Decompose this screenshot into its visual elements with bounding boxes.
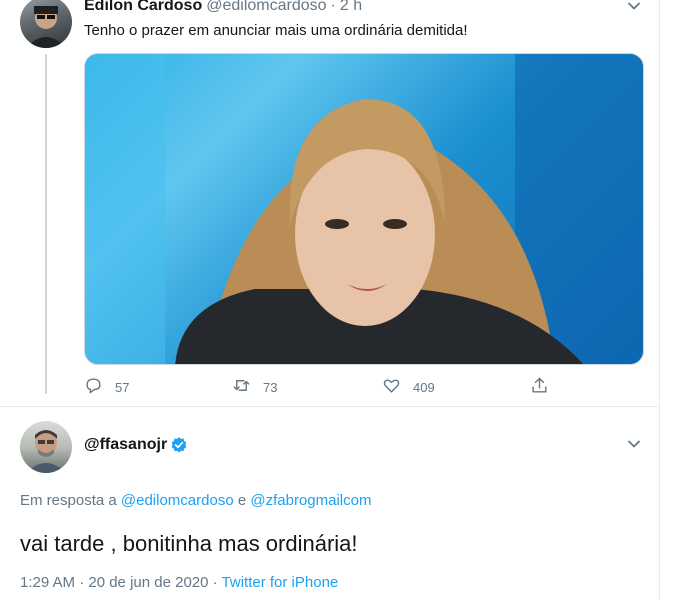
retweet-count: 73 <box>263 379 278 395</box>
tweet-source-link[interactable]: Twitter for iPhone <box>222 574 339 591</box>
retweet-action[interactable]: 73 <box>232 376 277 398</box>
reply-prefix: Em resposta a <box>20 492 117 509</box>
reply-author-row: @ffasanojr <box>84 436 188 454</box>
reply-conjunction: e <box>237 492 247 509</box>
share-icon <box>530 376 561 398</box>
tweet-header: Edilon Cardoso @edilomcardoso · 2 h <box>84 0 362 16</box>
mention-link[interactable]: @edilomcardoso <box>121 492 234 509</box>
reply-action[interactable]: 57 <box>84 376 129 398</box>
heart-icon <box>382 376 413 398</box>
thread-connector-line <box>45 54 47 394</box>
verified-badge-icon <box>167 436 188 454</box>
tweet-divider <box>0 406 659 407</box>
retweet-icon <box>232 376 263 398</box>
author-name[interactable]: Edilon Cardoso <box>84 0 202 14</box>
chevron-down-icon[interactable] <box>624 0 644 16</box>
mention-link[interactable]: @zfabrogmailcom <box>250 492 371 509</box>
author-handle[interactable]: @edilomcardoso <box>206 0 326 14</box>
avatar[interactable] <box>20 421 72 473</box>
reply-count: 57 <box>115 379 130 395</box>
like-action[interactable]: 409 <box>382 376 435 398</box>
tweet-meta: 1:29 AM · 20 de jun de 2020 · Twitter fo… <box>20 574 338 591</box>
share-action[interactable] <box>530 376 561 398</box>
tweet-text: Tenho o prazer em anunciar mais uma ordi… <box>84 22 468 39</box>
reply-context: Em resposta a @edilomcardoso e @zfabrogm… <box>20 492 371 509</box>
reply-icon <box>84 376 115 398</box>
tweet-time[interactable]: 2 h <box>340 0 362 14</box>
like-count: 409 <box>413 379 435 395</box>
tweet-media-image[interactable] <box>84 53 644 365</box>
author-handle[interactable]: @ffasanojr <box>84 436 167 454</box>
tweet-text: vai tarde , bonitinha mas ordinária! <box>20 531 358 556</box>
chevron-down-icon[interactable] <box>624 434 644 454</box>
tweet-actions: 57 73 409 <box>84 376 554 400</box>
avatar[interactable] <box>20 0 72 48</box>
tweet-timestamp[interactable]: 1:29 AM · 20 de jun de 2020 · <box>20 574 218 591</box>
timeline-right-border <box>659 0 660 600</box>
separator-dot: · <box>330 0 336 14</box>
